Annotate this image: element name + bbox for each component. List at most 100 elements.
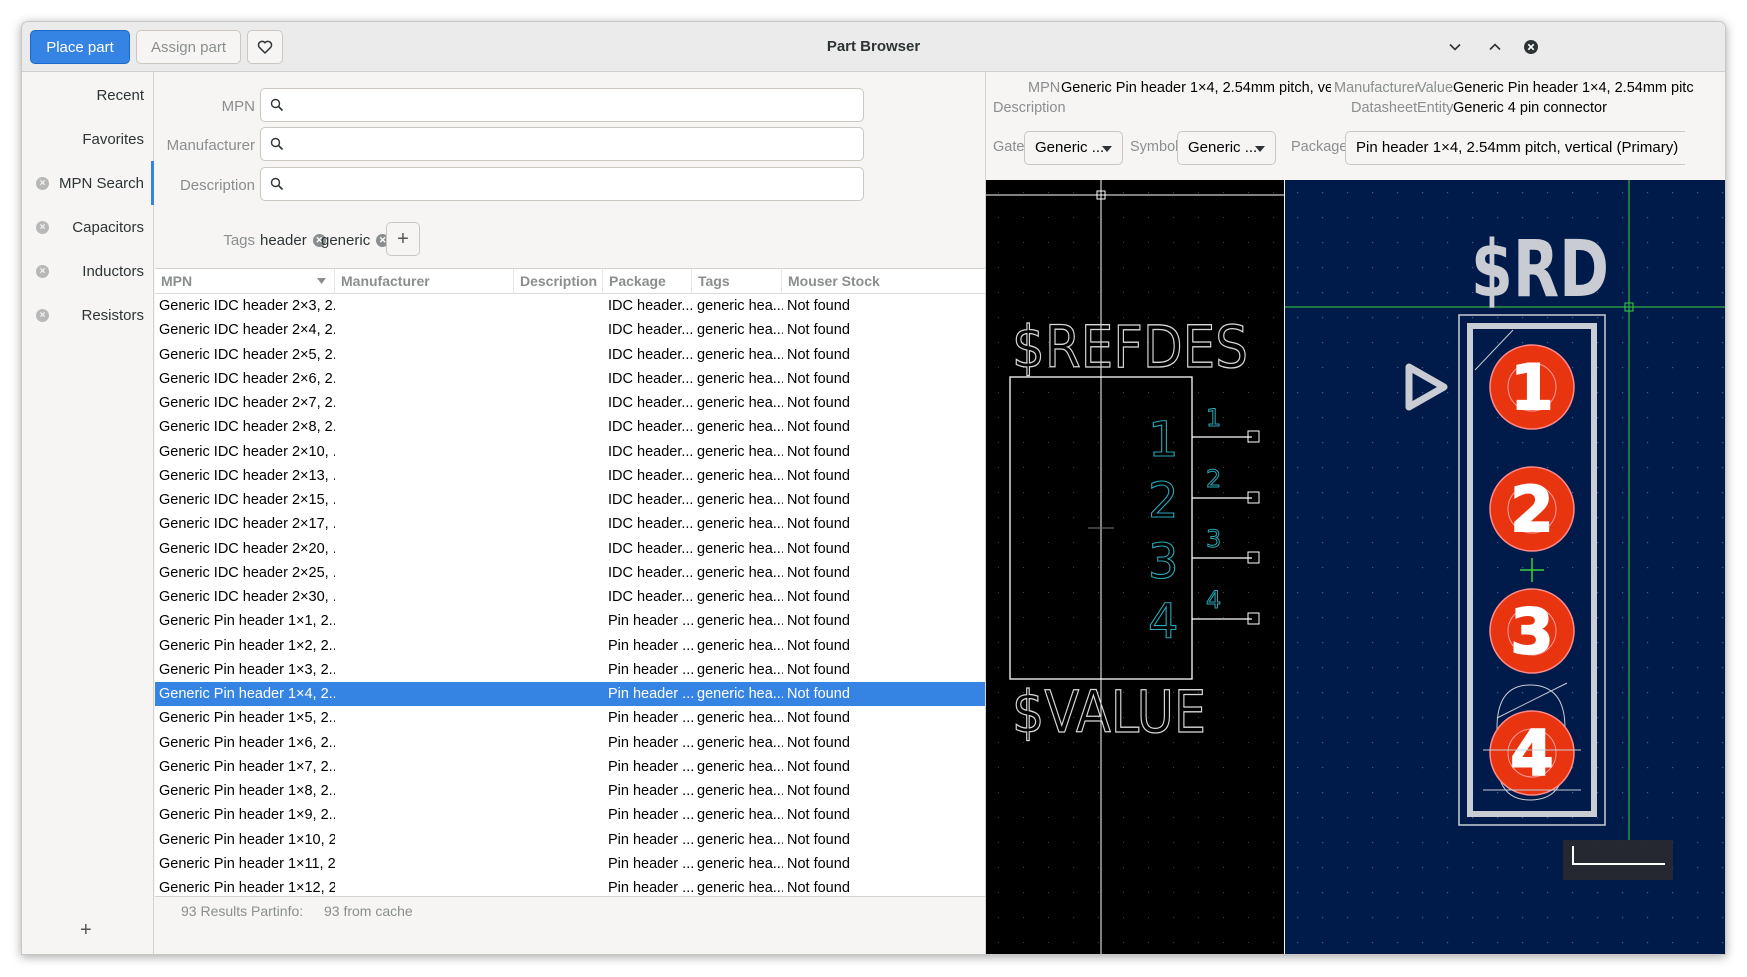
package-select-value: Pin header 1×4, 2.54mm pitch, vertical (… (1356, 139, 1679, 156)
results-table: MPN Manufacturer Description Package Tag… (155, 268, 985, 896)
add-tag-button[interactable]: + (386, 222, 420, 256)
table-cell-mpn: Generic Pin header 1×10, 2... (159, 831, 335, 848)
table-cell-tags: generic hea... (697, 443, 783, 460)
table-cell-mpn: Generic IDC header 2×17, ... (159, 516, 335, 533)
table-row[interactable]: Generic Pin header 1×10, 2... Pin header … (155, 828, 985, 852)
minimize-button[interactable] (1443, 35, 1467, 59)
table-cell-mouser-stock: Not found (787, 443, 850, 460)
preview-datasheet-label: Datasheet (1351, 100, 1418, 116)
search-panel: MPN Manufacturer Description Tags header… (155, 72, 985, 954)
close-tab-icon[interactable]: × (36, 221, 49, 234)
column-header-tags[interactable]: Tags (692, 269, 782, 294)
table-cell-tags: generic hea... (697, 613, 783, 630)
results-count: 93 Results (181, 903, 248, 919)
symbol-preview-canvas[interactable]: $REFDES 1 2 3 4 1 2 3 4 $VALUE (986, 180, 1284, 954)
pad-number: 1 (1510, 351, 1553, 424)
favorite-button[interactable] (247, 30, 283, 64)
preview-mpn-value: Generic Pin header 1×4, 2.54mm pitch, ve… (1061, 80, 1331, 96)
table-row[interactable]: Generic Pin header 1×6, 2.... Pin header … (155, 731, 985, 755)
pad-number: 2 (1510, 473, 1553, 546)
package-preview-canvas[interactable]: $RD 1 2 3 4 (1285, 180, 1725, 954)
symbol-select[interactable]: Generic ... (1177, 131, 1276, 165)
table-row[interactable]: Generic IDC header 2×3, 2... IDC header..… (155, 294, 985, 318)
package-select[interactable]: Pin header 1×4, 2.54mm pitch, vertical (… (1345, 131, 1685, 165)
table-cell-mpn: Generic IDC header 2×20, ... (159, 540, 335, 557)
column-header-package[interactable]: Package (603, 269, 692, 294)
symbol-refdes: $REFDES (1012, 313, 1248, 381)
table-cell-mpn: Generic IDC header 2×7, 2... (159, 395, 335, 411)
description-input[interactable] (260, 167, 864, 201)
sidebar-item-capacitors[interactable]: × Capacitors (22, 205, 154, 249)
table-cell-mouser-stock: Not found (787, 613, 850, 630)
table-row[interactable]: Generic Pin header 1×11, 2... Pin header … (155, 852, 985, 876)
preview-mpn-label: MPN (1028, 80, 1061, 96)
pad-number: 3 (1510, 595, 1553, 668)
table-cell-package: Pin header ... (608, 880, 693, 896)
table-row[interactable]: Generic Pin header 1×4, 2.... Pin header … (155, 682, 985, 707)
table-row[interactable]: Generic IDC header 2×4, 2... IDC header..… (155, 318, 985, 342)
table-row[interactable]: Generic IDC header 2×30, ... IDC header..… (155, 585, 985, 609)
table-cell-mouser-stock: Not found (787, 540, 850, 557)
status-bar: 93 Results Partinfo: 93 from cache (155, 896, 985, 954)
close-tab-icon[interactable]: × (36, 309, 49, 322)
table-row[interactable]: Generic IDC header 2×10, ... IDC header..… (155, 440, 985, 464)
close-button[interactable] (1519, 35, 1543, 59)
column-header-manufacturer[interactable]: Manufacturer (335, 269, 514, 294)
table-row[interactable]: Generic Pin header 1×2, 2.... Pin header … (155, 634, 985, 658)
table-row[interactable]: Generic Pin header 1×12, 2... Pin header … (155, 876, 985, 896)
heart-icon (257, 40, 273, 54)
table-cell-mpn: Generic IDC header 2×25, ... (159, 564, 335, 581)
table-cell-mouser-stock: Not found (787, 419, 850, 436)
table-cell-package: IDC header... (608, 564, 693, 581)
table-row[interactable]: Generic Pin header 1×5, 2.... Pin header … (155, 706, 985, 730)
mpn-input[interactable] (260, 88, 864, 122)
table-cell-tags: generic hea... (697, 734, 783, 751)
table-row[interactable]: Generic IDC header 2×25, ... IDC header..… (155, 561, 985, 585)
pin-number: 3 (1206, 525, 1221, 553)
table-row[interactable]: Generic IDC header 2×8, 2... IDC header..… (155, 415, 985, 439)
pad-number: 4 (1510, 717, 1553, 790)
table-row[interactable]: Generic Pin header 1×1, 2.... Pin header … (155, 609, 985, 633)
table-cell-tags: generic hea... (697, 516, 783, 533)
table-row[interactable]: Generic IDC header 2×5, 2... IDC header..… (155, 343, 985, 367)
table-row[interactable]: Generic Pin header 1×3, 2.... Pin header … (155, 658, 985, 682)
place-part-button[interactable]: Place part (30, 30, 130, 64)
table-row[interactable]: Generic Pin header 1×8, 2.... Pin header … (155, 779, 985, 803)
table-cell-tags: generic hea... (697, 880, 783, 896)
table-cell-mouser-stock: Not found (787, 492, 850, 508)
symbol-select-value: Generic ... (1188, 139, 1258, 156)
sidebar-item-recent[interactable]: Recent (22, 73, 154, 117)
close-tab-icon[interactable]: × (36, 177, 49, 190)
table-cell-mouser-stock: Not found (787, 807, 850, 824)
table-row[interactable]: Generic IDC header 2×15, ... IDC header..… (155, 488, 985, 512)
column-header-mouser-stock[interactable]: Mouser Stock (782, 269, 882, 294)
sidebar-item-inductors[interactable]: × Inductors (22, 249, 154, 293)
table-cell-mpn: Generic IDC header 2×30, ... (159, 589, 335, 605)
table-row[interactable]: Generic IDC header 2×17, ... IDC header..… (155, 512, 985, 536)
manufacturer-input[interactable] (260, 127, 864, 161)
sidebar-item-mpn-search[interactable]: × MPN Search (22, 161, 154, 205)
table-row[interactable]: Generic IDC header 2×6, 2... IDC header..… (155, 367, 985, 391)
gate-select[interactable]: Generic ... (1024, 131, 1123, 165)
table-cell-package: Pin header ... (608, 831, 693, 848)
symbol-label: Symbol (1130, 139, 1179, 155)
maximize-button[interactable] (1483, 35, 1507, 59)
table-row[interactable]: Generic Pin header 1×9, 2.... Pin header … (155, 803, 985, 827)
sidebar-item-favorites[interactable]: Favorites (22, 117, 154, 161)
sidebar-item-resistors[interactable]: × Resistors (22, 293, 154, 337)
table-cell-mouser-stock: Not found (787, 783, 850, 799)
dropdown-arrow-icon (1102, 146, 1112, 152)
table-cell-tags: generic hea... (697, 419, 783, 436)
column-header-mpn[interactable]: MPN (155, 269, 335, 294)
add-search-button[interactable]: + (80, 919, 92, 942)
table-row[interactable]: Generic Pin header 1×7, 2.... Pin header … (155, 755, 985, 779)
table-cell-mouser-stock: Not found (787, 395, 850, 411)
table-cell-package: IDC header... (608, 540, 693, 557)
table-cell-mpn: Generic Pin header 1×11, 2... (159, 855, 335, 872)
table-row[interactable]: Generic IDC header 2×7, 2... IDC header..… (155, 391, 985, 415)
column-header-description[interactable]: Description (514, 269, 603, 294)
table-row[interactable]: Generic IDC header 2×20, ... IDC header..… (155, 537, 985, 561)
table-row[interactable]: Generic IDC header 2×13, ... IDC header..… (155, 464, 985, 488)
assign-part-button[interactable]: Assign part (136, 30, 241, 64)
close-tab-icon[interactable]: × (36, 265, 49, 278)
